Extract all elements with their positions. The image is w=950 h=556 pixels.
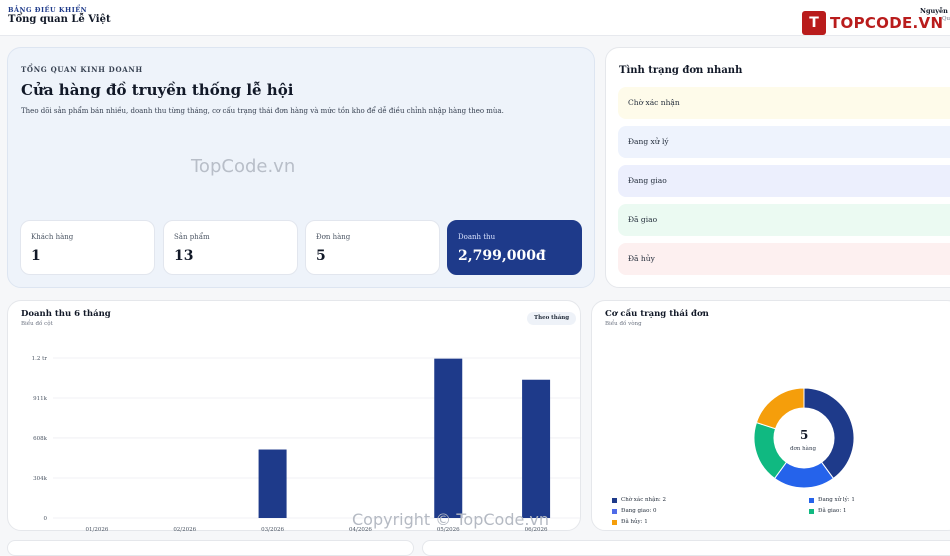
stat-orders[interactable]: Đơn hàng 5 xyxy=(305,220,440,275)
x-tick-label: 03/2026 xyxy=(261,527,284,532)
status-row-delivered[interactable]: Đã giao xyxy=(618,204,950,236)
revenue-bar-chart: 0 304k 608k 911k 1.2 tr 01/2026 02/2026 03/2026… xyxy=(32,356,580,532)
legend-swatch xyxy=(612,508,617,514)
legend-item-shipping[interactable]: Đang giao: 0 xyxy=(612,508,657,514)
y-tick-label: 304k xyxy=(33,476,47,482)
legend-item-processing[interactable]: Đang xử lý: 1 xyxy=(809,497,855,503)
stat-revenue[interactable]: Doanh thu 2,799,000đ xyxy=(447,220,582,275)
x-tick-label: 01/2026 xyxy=(85,527,108,532)
legend-label: Đã giao: 1 xyxy=(818,508,847,514)
stat-products[interactable]: Sản phẩm 13 xyxy=(163,220,298,275)
y-tick-label: 911k xyxy=(33,396,47,402)
logo-text: TOPCODE.VN xyxy=(830,14,944,32)
status-label: Chờ xác nhận xyxy=(628,98,680,107)
order-status-card: Tình trạng đơn nhanh Chờ xác nhận Đang x… xyxy=(605,47,950,288)
store-description: Theo dõi sản phẩm bán nhiều, doanh thu t… xyxy=(21,107,504,115)
page-title: Tổng quan Lễ Việt xyxy=(8,14,111,25)
legend-item-delivered[interactable]: Đã giao: 1 xyxy=(809,508,846,514)
status-label: Đang giao xyxy=(628,176,667,185)
status-label: Đã hủy xyxy=(628,254,655,263)
revenue-bar xyxy=(258,449,287,518)
stat-value: 1 xyxy=(31,248,41,264)
status-row-pending[interactable]: Chờ xác nhận xyxy=(618,87,950,119)
stat-value: 2,799,000đ xyxy=(458,248,546,264)
stat-label: Đơn hàng xyxy=(316,233,351,241)
legend-swatch xyxy=(809,508,814,514)
x-tick-label: 02/2026 xyxy=(173,527,196,532)
top-bar: BẢNG ĐIỀU KHIỂN Tổng quan Lễ Việt T TOPC… xyxy=(0,0,950,36)
next-card-left xyxy=(7,540,414,556)
stat-label: Doanh thu xyxy=(458,233,496,241)
revenue-bar xyxy=(434,358,463,518)
watermark: TopCode.vn xyxy=(191,156,296,177)
breadcrumb: BẢNG ĐIỀU KHIỂN xyxy=(8,6,88,14)
stat-value: 5 xyxy=(316,248,326,264)
legend-label: Đã hủy: 1 xyxy=(621,519,648,525)
status-label: Đã giao xyxy=(628,215,658,224)
revenue-bar xyxy=(522,379,551,518)
status-row-cancelled[interactable]: Đã hủy xyxy=(618,243,950,275)
y-tick-label: 1.2 tr xyxy=(32,356,48,362)
legend-label: Đang giao: 0 xyxy=(621,508,657,514)
next-card-right xyxy=(422,540,950,556)
section-eyebrow: TỔNG QUAN KINH DOANH xyxy=(21,65,143,74)
logo-mark-icon: T xyxy=(802,11,826,35)
order-structure-card: Cơ cấu trạng thái đơn Biểu đồ vòng 5 đơn… xyxy=(591,300,950,531)
revenue-chart-card: Doanh thu 6 tháng Biểu đồ cột Theo tháng… xyxy=(7,300,581,532)
status-row-processing[interactable]: Đang xử lý xyxy=(618,126,950,158)
stat-customers[interactable]: Khách hàng 1 xyxy=(20,220,155,275)
legend-label: Chờ xác nhận: 2 xyxy=(621,497,667,503)
legend-swatch xyxy=(612,519,617,525)
legend-item-cancelled[interactable]: Đã hủy: 1 xyxy=(612,519,648,525)
donut-center-label: đơn hàng xyxy=(790,446,817,452)
y-tick-label: 0 xyxy=(44,516,48,522)
legend-item-pending[interactable]: Chờ xác nhận: 2 xyxy=(612,497,666,503)
status-row-shipping[interactable]: Đang giao xyxy=(618,165,950,197)
y-tick-label: 608k xyxy=(33,436,47,442)
donut-center-value: 5 xyxy=(800,428,809,442)
stat-value: 13 xyxy=(174,248,194,264)
stat-label: Sản phẩm xyxy=(174,233,210,241)
order-status-title: Tình trạng đơn nhanh xyxy=(619,65,743,76)
stat-label: Khách hàng xyxy=(31,233,74,241)
donut-slice xyxy=(755,387,805,430)
user-name[interactable]: Nguyễn Q xyxy=(920,7,950,15)
copyright-watermark: Copyright © TopCode.vn xyxy=(352,510,550,529)
legend-swatch xyxy=(809,497,814,503)
legend-swatch xyxy=(612,497,617,503)
business-overview-card: TỔNG QUAN KINH DOANH Cửa hàng đồ truyền … xyxy=(7,47,595,288)
donut-slice xyxy=(803,387,855,480)
store-title: Cửa hàng đồ truyền thống lễ hội xyxy=(21,81,294,99)
user-role: Qu xyxy=(942,16,950,22)
status-label: Đang xử lý xyxy=(628,137,669,146)
legend-label: Đang xử lý: 1 xyxy=(818,497,855,503)
